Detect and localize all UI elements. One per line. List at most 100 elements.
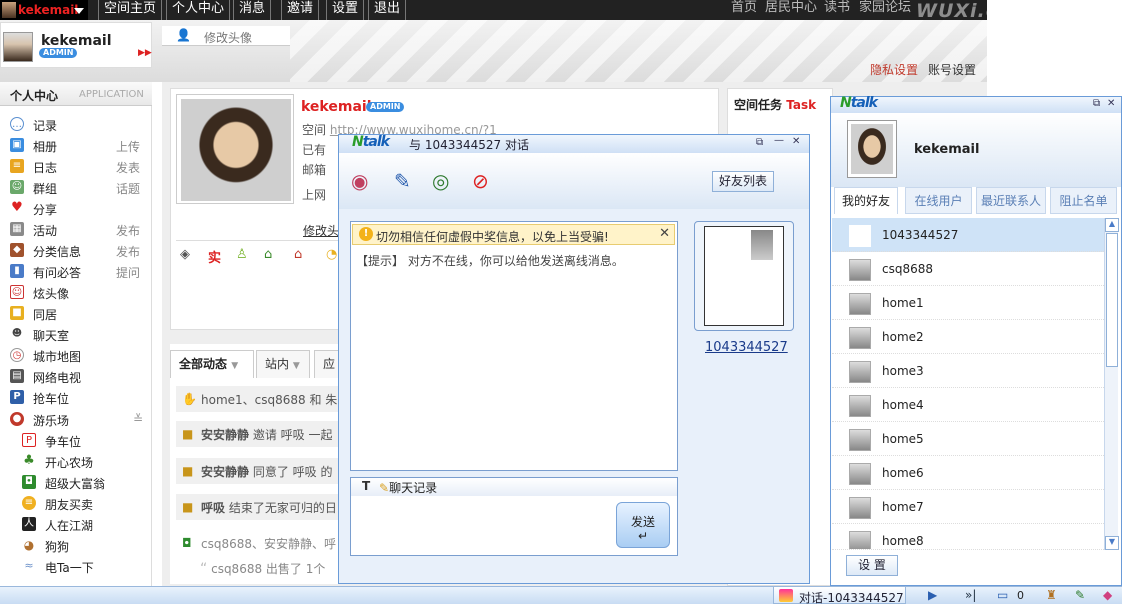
scroll-thumb[interactable] [1106,233,1118,367]
feed-user[interactable]: 安安静静 [201,465,249,479]
sidebar-item-extra[interactable]: 发布 [116,222,140,239]
friend-list-button[interactable]: 好友列表 [712,171,774,192]
friend-item[interactable]: home7 [832,490,1104,524]
double-arrow-icon[interactable]: ▶▶ [138,48,152,58]
chat-taskbar-item[interactable]: 对话-1043344527 [773,586,906,604]
user-menu[interactable]: kekemail [0,0,88,20]
restore-icon[interactable]: ⧉ [756,137,763,148]
avatar[interactable] [3,32,33,62]
friend-item[interactable]: home6 [832,456,1104,490]
feed-item[interactable]: ■ 安安静静 邀请 呼吸 一起 [176,421,340,447]
nav-invite[interactable]: 邀请 [281,0,320,20]
sidebar-item-share[interactable]: ♥ 分享 [0,198,150,219]
tab-recent-contacts[interactable]: 最近联系人 [976,187,1046,214]
nav-space-home[interactable]: 空间主页 [98,0,163,20]
real-name-icon[interactable]: 实 [208,247,221,266]
sidebar-item-extra[interactable]: 上传 [116,138,140,155]
diamond-icon[interactable]: ◈ [180,247,190,262]
peer-avatar[interactable] [704,226,784,326]
user-status-icon[interactable]: ♜ [1046,588,1057,602]
sidebar-item-group[interactable]: ☺ 群组 话题 [0,177,150,198]
block-icon[interactable]: ⊘ [472,169,489,193]
chat-history-button[interactable]: ✎聊天记录 [379,479,437,496]
friend-item[interactable]: home2 [832,320,1104,354]
video-call-icon[interactable]: ◉ [351,169,368,193]
nav-messages[interactable]: 消息 [233,0,272,20]
profile-name[interactable]: kekemail [301,99,372,115]
sidebar-item-playground[interactable]: ● 游乐场 ≚ [0,409,150,430]
sidebar-subitem-farm[interactable]: ♣ 开心农场 [0,451,150,472]
profile-avatar[interactable] [176,94,294,204]
message-icon[interactable]: ▭ [997,588,1008,602]
sidebar-item-cohabit[interactable]: ■ 同居 [0,303,150,324]
feed-user[interactable]: 安安静静 [201,428,249,442]
friend-item[interactable]: 1043344527 [832,218,1104,252]
link-resident-center[interactable]: 居民中心 [765,0,817,20]
friend-item[interactable]: home4 [832,388,1104,422]
webcam-icon[interactable]: ◎ [432,169,449,193]
site-logo[interactable]: WUXi.c [916,0,998,22]
sidebar-item-parking[interactable]: P 抢车位 [0,387,150,408]
link-forum[interactable]: 家园论坛 [859,0,911,20]
sidebar-item-classifieds[interactable]: ◆ 分类信息 发布 [0,240,150,261]
settings-button[interactable]: 设 置 [846,555,898,576]
close-icon[interactable]: ✕ [1107,98,1115,109]
minimize-icon[interactable]: — [774,135,784,146]
sidebar-item-chatroom[interactable]: ☻ 聊天室 [0,324,150,345]
sidebar-item-extra[interactable]: 发布 [116,243,140,260]
friend-item[interactable]: home8 [832,524,1104,550]
nav-settings[interactable]: 设置 [326,0,365,20]
feed-item[interactable]: ◘ csq8688、安安静静、呼 [176,530,340,556]
sidebar-subitem-zap[interactable]: ≈ 电Ta一下 [0,556,150,577]
tab-all-feed[interactable]: 全部动态 ▼ [170,350,254,378]
sidebar-subitem-friend-trade[interactable]: ≡ 朋友买卖 [0,493,150,514]
sidebar-item-activity[interactable]: ▦ 活动 发布 [0,219,150,240]
scroll-down-icon[interactable]: ▼ [1105,536,1119,550]
header-username[interactable]: kekemail [41,33,112,49]
sidebar-subitem-parking-war[interactable]: P 争车位 [0,430,150,451]
sidebar-item-extra[interactable]: 提问 [116,264,140,281]
house-icon[interactable]: ⌂ [294,247,302,262]
microphone-icon[interactable]: ✎ [394,169,411,193]
sidebar-subitem-monopoly[interactable]: ◘ 超级大富翁 [0,472,150,493]
friend-list-scrollbar[interactable]: ▲ ▼ [1104,218,1119,550]
sidebar-item-web-tv[interactable]: ▤ 网络电视 [0,366,150,387]
person-icon[interactable]: ♙ [236,247,248,262]
send-button[interactable]: 发送 ↵ [616,502,670,548]
close-icon[interactable]: ✕ [792,136,800,147]
skip-icon[interactable]: »| [965,588,976,602]
tab-online-users[interactable]: 在线用户 [905,187,972,214]
tab-my-friends[interactable]: 我的好友 [834,187,898,214]
link-home[interactable]: 首页 [731,0,757,20]
tab-block-list[interactable]: 阻止名单 [1050,187,1117,214]
change-avatar-tab[interactable]: 👤 修改头像 [162,26,290,46]
sidebar-item-blog[interactable]: ≡ 日志 发表 [0,156,150,177]
edit-profile-link[interactable]: 修改头 [303,222,339,239]
ntalk-icon[interactable]: ◆ [1103,588,1112,602]
friend-item[interactable]: home5 [832,422,1104,456]
sidebar-item-album[interactable]: ▣ 相册 上传 [0,135,150,156]
feed-item[interactable]: ■ 安安静静 同意了 呼吸 的 [176,458,340,484]
scroll-up-icon[interactable]: ▲ [1105,218,1119,232]
sidebar-item-qa[interactable]: ▮ 有问必答 提问 [0,261,150,282]
sidebar-item-record[interactable]: … 记录 [0,114,150,135]
nav-personal-center[interactable]: 个人中心 [166,0,231,20]
sidebar-item-avatar-show[interactable]: ☺ 炫头像 [0,282,150,303]
nav-logout[interactable]: 退出 [368,0,407,20]
friend-item[interactable]: home3 [832,354,1104,388]
account-settings-link[interactable]: 账号设置 [928,61,976,78]
friend-item[interactable]: home1 [832,286,1104,320]
link-reading[interactable]: 读书 [824,0,850,20]
tab-site-feed[interactable]: 站内 ▼ [256,350,310,378]
medal-icon[interactable]: ◔ [326,247,337,262]
restore-icon[interactable]: ⧉ [1093,98,1100,109]
feed-item[interactable]: ✋ home1、csq8688 和 朱 [176,386,340,412]
sidebar-subitem-jianghu[interactable]: 人人在江湖 [0,514,150,535]
avatar[interactable] [847,120,897,178]
friend-item[interactable]: csq8688 [832,252,1104,286]
sidebar-subitem-dog[interactable]: ◕ 狗狗 [0,535,150,556]
feed-item[interactable]: ■ 呼吸 结束了无家可归的日 [176,494,340,520]
collapse-icon[interactable]: ≚ [133,412,143,426]
font-button[interactable]: T [362,479,370,493]
sidebar-item-city-map[interactable]: ◷ 城市地图 [0,345,150,366]
